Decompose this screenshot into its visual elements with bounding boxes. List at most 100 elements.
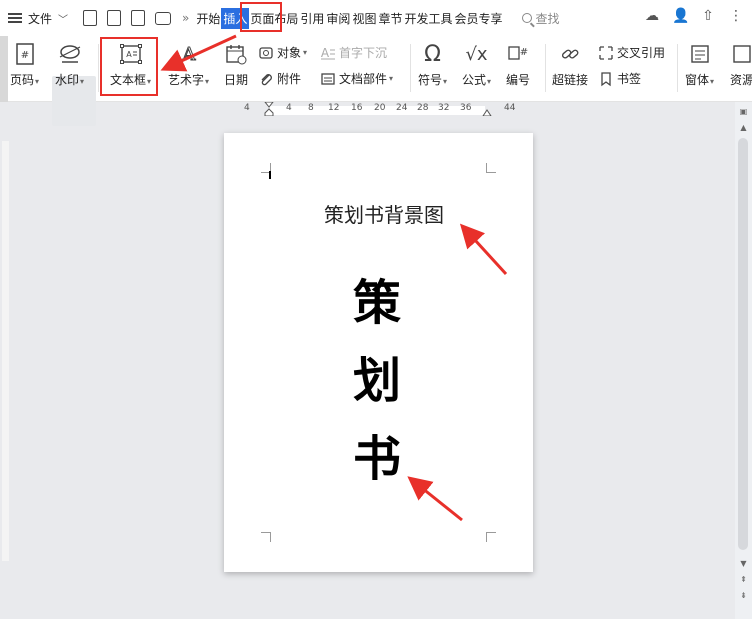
bookmark-button[interactable]: 书签 [598, 70, 641, 87]
new-document-icon[interactable] [83, 10, 98, 26]
ruler-tick: 20 [374, 103, 386, 113]
paperclip-icon [258, 71, 274, 87]
tab-member[interactable]: 会员专享 [453, 8, 503, 29]
more-options-icon[interactable]: ⋮ [728, 8, 744, 24]
ruler-tick: 36 [0, 454, 1, 464]
window-form-button[interactable]: 窗体▾ [685, 42, 714, 88]
prev-page-icon[interactable]: ⇞ [738, 574, 749, 585]
search-box[interactable]: 查找 [521, 10, 560, 27]
word-art-label: 艺术字 [168, 73, 205, 87]
right-indent-marker-icon[interactable] [482, 108, 492, 116]
doc-parts-icon [320, 71, 336, 87]
formula-button[interactable]: √x 公式▾ [462, 42, 491, 88]
link-icon [558, 42, 582, 66]
file-menu-label: 文件 [28, 11, 53, 26]
scrollbar-thumb[interactable] [738, 138, 748, 550]
menu-bar: 文件 ﹀ » 开始 插入 页面布局 引用 审阅 视图 章节 开发工具 会员专享 … [0, 0, 752, 36]
resource-icon [730, 42, 752, 66]
export-pdf-icon[interactable] [131, 10, 146, 26]
print-icon[interactable] [155, 11, 172, 25]
date-button[interactable]: 日期 [224, 42, 248, 88]
drop-cap-label: 首字下沉 [339, 46, 388, 60]
watermark-icon [58, 42, 82, 66]
margin-corner-bottom-right [486, 532, 496, 542]
attachment-label: 附件 [277, 72, 302, 86]
numbering-label: 编号 [506, 73, 531, 87]
date-label: 日期 [224, 73, 249, 87]
ruler-tick: 12 [0, 262, 1, 272]
file-menu-button[interactable]: 文件 ﹀ [8, 10, 68, 27]
tab-review[interactable]: 审阅 [325, 8, 351, 29]
share-icon[interactable]: ⇧ [700, 8, 716, 24]
ruler-tick: 36 [460, 103, 472, 113]
vertical-ruler[interactable]: 4 8 12 16 20 24 28 32 36 40 44 48 [0, 116, 10, 619]
object-icon [258, 45, 274, 61]
svg-text:#: # [520, 47, 528, 58]
document-heading[interactable]: 策划书背景图 [224, 199, 544, 228]
document-page[interactable]: 策划书背景图 策 划 书 [224, 133, 533, 572]
resource-button[interactable]: 资源 [730, 42, 752, 88]
tab-developer[interactable]: 开发工具 [403, 8, 453, 29]
text-box-highlight [100, 37, 158, 96]
omega-icon: Ω [424, 41, 441, 67]
ruler-tick: 24 [0, 358, 1, 368]
ruler-tick: 12 [328, 103, 340, 113]
ribbon-scroll-left[interactable] [0, 36, 8, 102]
horizontal-ruler[interactable]: 4 4 8 12 16 20 24 28 32 36 44 [224, 102, 532, 116]
formula-label: 公式 [462, 73, 487, 87]
word-art-icon: A [177, 42, 201, 66]
margin-corner-top-right [486, 163, 496, 173]
symbol-label: 符号 [418, 73, 443, 87]
vertical-scrollbar[interactable]: ▣ ▲ ▼ ⇞ ⇟ [735, 102, 752, 619]
ruler-tick: 4 [286, 103, 292, 113]
object-label: 对象 [277, 46, 302, 60]
ruler-tick: 4 [244, 103, 250, 113]
window-form-label: 窗体 [685, 73, 710, 87]
save-icon[interactable] [107, 10, 122, 26]
word-art-button[interactable]: A 艺术字▾ [168, 42, 209, 88]
share-user-icon[interactable]: 👤 [672, 8, 689, 24]
svg-text:A: A [181, 44, 196, 65]
ruler-tick: 32 [0, 422, 1, 432]
cloud-sync-icon[interactable]: ☁ [644, 8, 660, 24]
text-cursor [269, 171, 271, 179]
ruler-tick: 44 [504, 103, 516, 113]
page-number-icon: # [13, 42, 37, 66]
hyperlink-button[interactable]: 超链接 [552, 42, 588, 88]
hamburger-icon [8, 13, 22, 23]
resource-label: 资源 [730, 73, 752, 87]
ruler-tick: 8 [308, 103, 314, 113]
title-char-3[interactable]: 书 [344, 431, 410, 487]
numbering-icon: # [506, 42, 530, 66]
more-icon[interactable]: » [182, 11, 189, 25]
doc-parts-button[interactable]: 文档部件 ▾ [320, 70, 393, 87]
tab-sections[interactable]: 章节 [377, 8, 403, 29]
page-number-button[interactable]: # 页码▾ [10, 42, 39, 88]
symbol-button[interactable]: Ω 符号▾ [418, 42, 447, 88]
attachment-button[interactable]: 附件 [258, 70, 301, 87]
object-button[interactable]: 对象 ▾ [258, 44, 307, 61]
search-icon [521, 13, 532, 23]
cross-ref-button[interactable]: 交叉引用 [598, 44, 665, 61]
tab-home[interactable]: 开始 [195, 8, 221, 29]
drop-cap-icon: A [320, 45, 336, 61]
split-view-icon[interactable]: ▣ [738, 106, 749, 117]
ruler-tick: 16 [0, 294, 1, 304]
tab-references[interactable]: 引用 [299, 8, 325, 29]
margin-corner-bottom-left [261, 532, 271, 542]
quick-access-toolbar: » [78, 10, 193, 26]
drop-cap-button[interactable]: A 首字下沉 [320, 44, 387, 61]
chevron-down-icon: ﹀ [58, 14, 69, 26]
tab-view[interactable]: 视图 [351, 8, 377, 29]
ruler-tick: 8 [0, 230, 1, 235]
numbering-button[interactable]: # 编号 [506, 42, 530, 88]
indent-marker-icon[interactable] [264, 102, 274, 116]
next-page-icon[interactable]: ⇟ [738, 590, 749, 601]
ruler-tick: 32 [438, 103, 450, 113]
title-char-1[interactable]: 策 [344, 275, 410, 331]
ruler-tick: 20 [0, 326, 1, 336]
scroll-down-icon[interactable]: ▼ [738, 558, 749, 569]
scroll-up-icon[interactable]: ▲ [738, 122, 749, 133]
title-char-2[interactable]: 划 [344, 353, 410, 409]
watermark-button[interactable]: 水印▾ [55, 42, 84, 88]
